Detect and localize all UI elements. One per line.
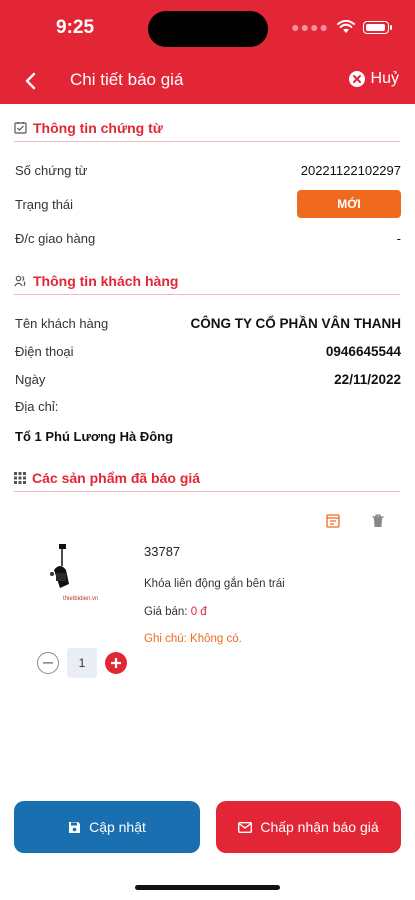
signal-icon: ●●●● <box>291 19 329 35</box>
app-header: 9:25 ●●●● Chi tiết báo giá Huỷ <box>0 0 415 104</box>
delivery-value: - <box>396 231 401 246</box>
doc-number-label: Số chứng từ <box>15 163 88 178</box>
save-icon <box>69 821 81 833</box>
customer-name-row: Tên khách hàng CÔNG TY CỔ PHẦN VÂN THANH <box>15 316 401 331</box>
date-value: 22/11/2022 <box>334 372 401 387</box>
section-customer-info: Thông tin khách hàng <box>14 267 400 295</box>
minus-icon <box>43 662 53 664</box>
accept-quote-button[interactable]: Chấp nhận báo giá <box>216 801 401 853</box>
phone-row: Điện thoại 0946645544 <box>15 344 401 359</box>
grid-icon <box>14 471 26 484</box>
accept-label: Chấp nhận báo giá <box>260 819 379 835</box>
status-icons: ●●●● <box>291 19 392 35</box>
product-price: Giá bán: 0 đ <box>144 606 207 618</box>
address-label: Địa chỉ: <box>15 399 59 414</box>
section-document-info: Thông tin chứng từ <box>14 114 400 142</box>
date-label: Ngày <box>15 372 46 387</box>
plus-icon <box>111 658 121 668</box>
delivery-row: Đ/c giao hàng - <box>15 231 401 246</box>
cancel-button[interactable]: Huỷ <box>348 70 399 88</box>
section-products: Các sản phẩm đã báo giá <box>14 464 400 492</box>
update-button[interactable]: Cập nhật <box>14 801 200 853</box>
price-value: 0 đ <box>190 606 207 618</box>
address-row: Địa chỉ: <box>15 399 401 414</box>
wifi-icon <box>337 20 355 33</box>
phone-label: Điện thoại <box>15 344 74 359</box>
address-value: Tổ 1 Phú Lương Hà Đông <box>15 429 174 444</box>
chevron-left-icon <box>25 72 36 90</box>
status-row: Trạng thái <box>15 197 215 212</box>
product-photo: thietbidien.vn <box>50 544 98 602</box>
product-note: Ghi chú: Không có. <box>144 633 242 645</box>
section-title: Các sản phẩm đã báo giá <box>32 469 201 486</box>
product-code: 33787 <box>144 544 181 559</box>
trash-icon <box>372 514 384 527</box>
close-circle-icon <box>348 71 365 87</box>
section-title: Thông tin chứng từ <box>33 119 163 136</box>
status-badge: MỚI <box>297 190 401 218</box>
home-indicator <box>135 885 280 890</box>
decrement-button[interactable] <box>37 652 59 674</box>
battery-icon <box>363 20 392 34</box>
quantity-stepper: 1 <box>37 648 127 678</box>
doc-number-value: 20221122102297 <box>300 163 401 178</box>
increment-button[interactable] <box>105 652 127 674</box>
page-title: Chi tiết báo giá <box>70 70 184 89</box>
dynamic-island <box>148 11 268 47</box>
users-icon <box>14 275 26 286</box>
price-label: Giá bán: <box>144 606 188 618</box>
delivery-label: Đ/c giao hàng <box>15 231 96 246</box>
product-image-caption: thietbidien.vn <box>63 596 98 602</box>
customer-name-value: CÔNG TY CỔ PHẦN VÂN THANH <box>190 316 401 331</box>
cancel-label: Huỷ <box>370 70 399 87</box>
customer-name-label: Tên khách hàng <box>15 316 109 331</box>
section-title: Thông tin khách hàng <box>33 272 179 289</box>
quantity-input[interactable]: 1 <box>67 648 97 678</box>
delete-button[interactable] <box>369 512 387 530</box>
note-edit-icon <box>326 514 340 528</box>
status-label: Trạng thái <box>15 197 74 212</box>
status-time: 9:25 <box>56 17 95 38</box>
document-check-icon <box>14 122 27 134</box>
phone-value: 0946645544 <box>325 344 401 359</box>
product-image: thietbidien.vn <box>42 540 122 602</box>
edit-note-button[interactable] <box>324 512 342 530</box>
back-button[interactable] <box>18 68 42 94</box>
mail-icon <box>238 821 253 833</box>
doc-number-row: Số chứng từ 20221122102297 <box>15 163 401 178</box>
update-label: Cập nhật <box>89 819 146 835</box>
product-name: Khóa liên động gắn bên trái <box>144 578 285 590</box>
date-row: Ngày 22/11/2022 <box>15 372 401 387</box>
